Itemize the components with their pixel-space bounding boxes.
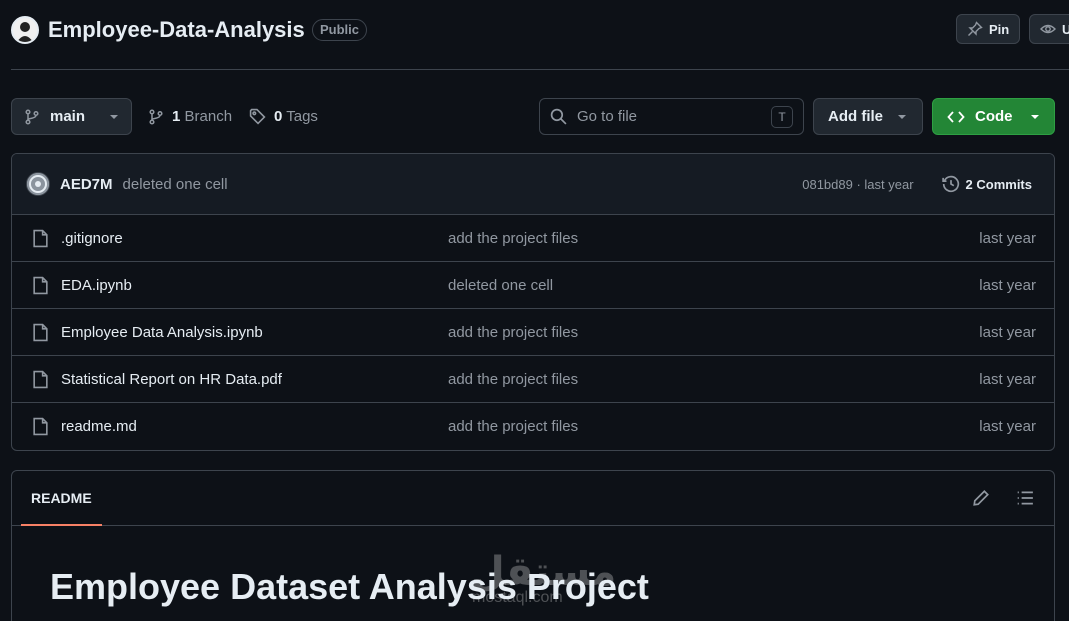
readme-header: README	[12, 471, 1054, 526]
commit-author[interactable]: AED7M	[60, 176, 113, 193]
pin-button[interactable]: Pin	[956, 14, 1021, 44]
chevron-down-icon	[1030, 112, 1040, 122]
tag-word: Tags	[286, 108, 318, 125]
commit-message[interactable]: deleted one cell	[123, 176, 228, 193]
latest-commit-bar: AED7M deleted one cell 081bd89 · last ye…	[12, 154, 1054, 215]
commit-author-avatar[interactable]	[26, 172, 50, 196]
file-row[interactable]: .gitignore add the project files last year	[12, 215, 1054, 262]
outline-list-icon[interactable]	[1016, 489, 1034, 507]
file-icon	[32, 323, 49, 342]
code-label: Code	[975, 108, 1013, 125]
add-file-button[interactable]: Add file	[813, 98, 923, 135]
history-icon	[941, 175, 960, 193]
keyboard-shortcut-hint: T	[771, 105, 793, 128]
file-row[interactable]: readme.md add the project files last year	[12, 403, 1054, 450]
file-commit-date: last year	[979, 418, 1036, 435]
repo-title[interactable]: Employee-Data-Analysis	[48, 16, 305, 44]
file-commit-date: last year	[979, 370, 1036, 388]
file-commit-message[interactable]: add the project files	[448, 418, 578, 435]
git-branch-icon	[24, 108, 40, 125]
git-branch-icon	[148, 108, 164, 125]
file-commit-message[interactable]: deleted one cell	[448, 277, 553, 294]
code-icon	[947, 109, 965, 125]
file-row[interactable]: EDA.ipynb deleted one cell last year	[12, 262, 1054, 309]
branch-label: main	[50, 108, 86, 125]
chevron-down-icon	[109, 112, 119, 122]
file-icon	[32, 229, 49, 248]
file-row[interactable]: Statistical Report on HR Data.pdf add the…	[12, 356, 1054, 403]
file-name[interactable]: readme.md	[61, 418, 137, 435]
visibility-badge: Public	[312, 19, 368, 41]
pin-icon	[967, 21, 983, 37]
watch-label: U	[1062, 21, 1069, 37]
chevron-down-icon	[897, 112, 907, 122]
branches-link[interactable]: 1 Branch	[148, 108, 232, 125]
search-icon	[550, 108, 567, 125]
pin-label: Pin	[989, 21, 1010, 37]
readme-heading: Employee Dataset Analysis Project	[50, 566, 649, 607]
tag-count: 0	[274, 108, 283, 125]
owner-avatar[interactable]	[11, 16, 39, 44]
tab-readme[interactable]: README	[21, 471, 102, 526]
watch-button[interactable]: U	[1029, 14, 1069, 44]
file-name[interactable]: .gitignore	[61, 230, 123, 247]
file-commit-date: last year	[979, 229, 1036, 247]
add-file-label: Add file	[828, 108, 883, 125]
commit-hash-time[interactable]: 081bd89 · last year	[802, 177, 913, 192]
file-icon	[32, 276, 49, 295]
tag-icon	[249, 108, 266, 125]
file-browser: AED7M deleted one cell 081bd89 · last ye…	[11, 153, 1055, 451]
file-commit-date: last year	[979, 276, 1036, 294]
file-icon	[32, 417, 49, 436]
commits-label: 2 Commits	[965, 176, 1032, 192]
file-commit-message[interactable]: add the project files	[448, 230, 578, 247]
eye-icon	[1040, 21, 1056, 37]
code-button[interactable]: Code	[932, 98, 1055, 135]
file-commit-date: last year	[979, 323, 1036, 341]
file-commit-message[interactable]: add the project files	[448, 371, 578, 388]
readme-panel: README مستقل mostaql.com Employee Datase…	[11, 470, 1055, 621]
branch-count: 1	[172, 108, 181, 125]
file-name[interactable]: EDA.ipynb	[61, 277, 132, 294]
edit-pencil-icon[interactable]	[972, 489, 990, 507]
file-icon	[32, 370, 49, 389]
file-row[interactable]: Employee Data Analysis.ipynb add the proj…	[12, 309, 1054, 356]
file-name[interactable]: Employee Data Analysis.ipynb	[61, 324, 263, 341]
go-to-file-input[interactable]: Go to file T	[539, 98, 804, 135]
file-name[interactable]: Statistical Report on HR Data.pdf	[61, 371, 282, 388]
header-divider	[11, 69, 1069, 70]
search-placeholder: Go to file	[577, 108, 638, 125]
commits-history-link[interactable]: 2 Commits	[941, 175, 1032, 193]
branch-selector[interactable]: main	[11, 98, 132, 135]
branch-word: Branch	[184, 108, 233, 125]
file-commit-message[interactable]: add the project files	[448, 324, 578, 341]
tags-link[interactable]: 0 Tags	[249, 108, 318, 125]
